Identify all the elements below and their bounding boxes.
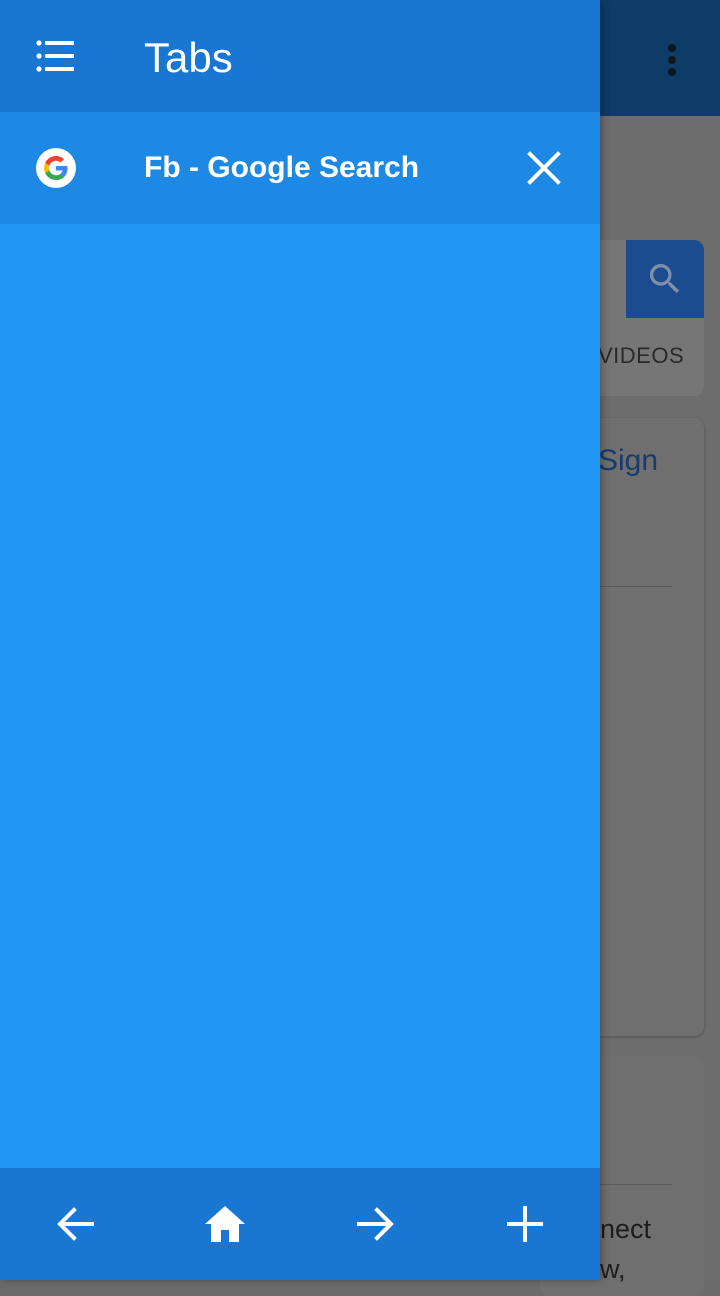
overflow-menu-icon[interactable] (660, 40, 684, 80)
search-icon (649, 264, 680, 294)
back-arrow-icon[interactable] (52, 1200, 100, 1248)
forward-arrow-icon[interactable] (351, 1200, 399, 1248)
videos-tab[interactable]: VIDEOS (598, 343, 684, 369)
result-snippet: nect (600, 1214, 652, 1244)
plus-icon[interactable] (501, 1200, 549, 1248)
close-icon[interactable] (524, 148, 564, 188)
home-icon[interactable] (201, 1200, 249, 1248)
result-snippet: w, (600, 1254, 626, 1284)
tabs-drawer: Tabs Fb - Google Search (0, 0, 600, 1280)
divider (600, 586, 672, 587)
drawer-title: Tabs (144, 34, 233, 81)
tab-item[interactable]: Fb - Google Search (0, 112, 600, 224)
result-link[interactable]: Sign (598, 444, 658, 478)
drawer-footer (0, 1168, 600, 1280)
search-button[interactable] (626, 240, 704, 318)
google-icon (36, 148, 76, 188)
drawer-header: Tabs (0, 0, 600, 112)
divider (600, 1184, 672, 1185)
list-icon[interactable] (36, 40, 76, 72)
tab-title: Fb - Google Search (144, 151, 420, 184)
